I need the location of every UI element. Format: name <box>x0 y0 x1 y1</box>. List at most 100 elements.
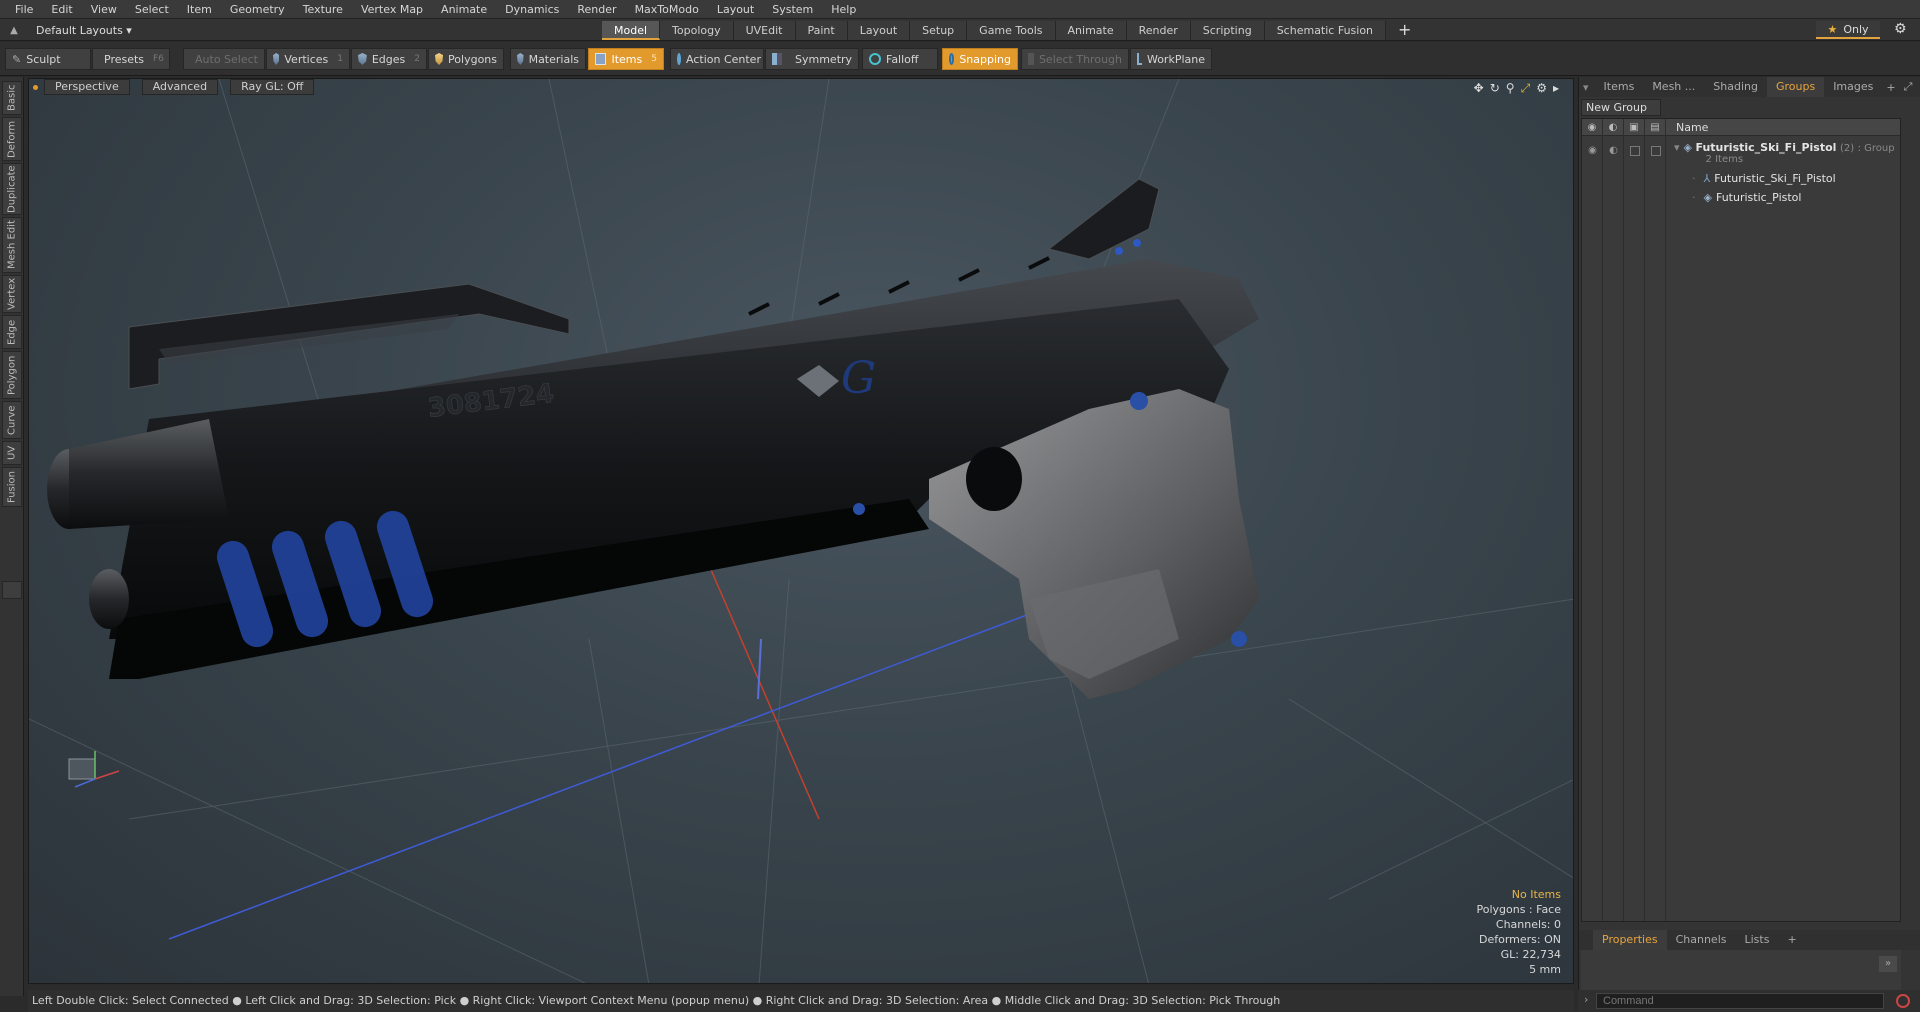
expand-panel-icon[interactable]: ⤢ <box>1904 80 1913 94</box>
new-group-button[interactable]: New Group <box>1581 99 1661 116</box>
materials-button[interactable]: Materials <box>510 48 586 70</box>
vtab-vertex[interactable]: Vertex <box>2 275 22 313</box>
sculpt-button[interactable]: ✎ Sculpt <box>5 48 91 70</box>
menu-maxtomodo[interactable]: MaxToModo <box>626 0 708 19</box>
add-tab-icon[interactable]: + <box>1886 81 1895 94</box>
only-button[interactable]: ★ Only <box>1816 21 1880 39</box>
vtab-duplicate[interactable]: Duplicate <box>2 163 22 215</box>
gear-icon[interactable]: ⚙ <box>1894 21 1907 37</box>
falloff-button[interactable]: Falloff <box>862 48 938 70</box>
presets-button[interactable]: Presets F6 <box>92 48 170 70</box>
expand-arrow-icon[interactable]: ▾ <box>1674 141 1680 154</box>
maximize-view-icon[interactable]: ⤢ <box>1521 81 1531 96</box>
menu-layout[interactable]: Layout <box>708 0 763 19</box>
vtab-polygon[interactable]: Polygon <box>2 351 22 399</box>
menu-view[interactable]: View <box>82 0 126 19</box>
menu-file[interactable]: File <box>6 0 42 19</box>
menu-vertex-map[interactable]: Vertex Map <box>352 0 432 19</box>
workplane-button[interactable]: WorkPlane <box>1130 48 1212 70</box>
tree-row-child-2[interactable]: · ◈ Futuristic_Pistol <box>1582 188 1900 207</box>
select-checkbox[interactable] <box>1645 141 1666 160</box>
raygl-dropdown[interactable]: Ray GL: Off <box>230 79 315 95</box>
vtab-fusion[interactable]: Fusion <box>2 467 22 507</box>
render-toggle-icon[interactable]: ◐ <box>1603 141 1624 160</box>
vtab-edge[interactable]: Edge <box>2 315 22 349</box>
menu-item[interactable]: Item <box>178 0 221 19</box>
tab-properties[interactable]: Properties <box>1593 930 1667 950</box>
tab-schematic-fusion[interactable]: Schematic Fusion <box>1264 21 1387 40</box>
menu-geometry[interactable]: Geometry <box>221 0 294 19</box>
vtab-mesh-edit[interactable]: Mesh Edit <box>2 217 22 273</box>
move-view-icon[interactable]: ✥ <box>1474 81 1484 96</box>
layouts-dropdown[interactable]: Default Layouts ▾ <box>36 24 132 37</box>
items-button[interactable]: Items 5 <box>588 48 664 70</box>
tab-scripting[interactable]: Scripting <box>1190 21 1265 40</box>
menu-edit[interactable]: Edit <box>42 0 81 19</box>
tab-paint[interactable]: Paint <box>795 21 848 40</box>
symmetry-button[interactable]: Symmetry <box>765 48 859 70</box>
3d-viewport[interactable]: Perspective Advanced Ray GL: Off ✥ ↻ ⚲ ⤢… <box>28 78 1574 984</box>
menu-system[interactable]: System <box>763 0 822 19</box>
command-input[interactable] <box>1596 993 1884 1009</box>
menu-help[interactable]: Help <box>822 0 865 19</box>
tab-mesh[interactable]: Mesh ... <box>1643 77 1704 97</box>
rotate-view-icon[interactable]: ↻ <box>1490 81 1500 96</box>
tab-game-tools[interactable]: Game Tools <box>967 21 1056 40</box>
lock-checkbox[interactable] <box>1624 141 1645 160</box>
tab-shading[interactable]: Shading <box>1704 77 1767 97</box>
panel-menu-icon[interactable]: ▾ <box>1583 81 1589 94</box>
tab-topology[interactable]: Topology <box>660 21 734 40</box>
tab-setup[interactable]: Setup <box>910 21 968 40</box>
vtab-curve[interactable]: Curve <box>2 401 22 439</box>
tab-uvedit[interactable]: UVEdit <box>733 21 796 40</box>
tree-row-group[interactable]: ◉ ◐ ▾ ◈ Futuristic_Ski_Fi_Pistol (2) : G… <box>1582 138 1900 168</box>
add-tab-button[interactable]: + <box>1386 21 1423 40</box>
zoom-view-icon[interactable]: ⚲ <box>1506 81 1515 96</box>
action-center-button[interactable]: Action Center <box>670 48 764 70</box>
tab-render[interactable]: Render <box>1126 21 1191 40</box>
auto-select-button[interactable]: Auto Select <box>183 48 265 70</box>
vtab-deform[interactable]: Deform <box>2 117 22 161</box>
visibility-column-icon[interactable]: ◉ <box>1582 118 1603 136</box>
select-column-icon[interactable]: ▤ <box>1645 118 1666 136</box>
menu-texture[interactable]: Texture <box>294 0 352 19</box>
add-properties-tab[interactable]: + <box>1778 930 1805 950</box>
expand-arrow-icon[interactable]: » <box>1879 956 1897 972</box>
tab-items[interactable]: Items <box>1595 77 1644 97</box>
vertices-button[interactable]: Vertices 1 <box>266 48 350 70</box>
lock-column-icon[interactable]: ▣ <box>1624 118 1645 136</box>
menu-select[interactable]: Select <box>126 0 178 19</box>
workplane-icon <box>1137 53 1142 65</box>
symmetry-icon <box>772 53 782 65</box>
polygons-button[interactable]: Polygons <box>428 48 504 70</box>
presets-label: Presets <box>104 52 145 66</box>
viewport-settings-icon[interactable]: ⚙ <box>1536 81 1547 96</box>
tab-layout[interactable]: Layout <box>847 21 911 40</box>
eye-icon[interactable]: ◉ <box>1582 141 1603 160</box>
edges-button[interactable]: Edges 2 <box>351 48 427 70</box>
tab-model[interactable]: Model <box>602 21 661 40</box>
menu-animate[interactable]: Animate <box>432 0 496 19</box>
tab-groups[interactable]: Groups <box>1766 77 1825 97</box>
menu-render[interactable]: Render <box>568 0 625 19</box>
menu-dynamics[interactable]: Dynamics <box>496 0 568 19</box>
viewport-arrow-icon[interactable]: ▸ <box>1553 81 1559 96</box>
record-icon[interactable] <box>1896 994 1910 1008</box>
tab-channels[interactable]: Channels <box>1667 930 1736 950</box>
snapping-button[interactable]: Snapping <box>942 48 1018 70</box>
collapse-icon[interactable]: ▲ <box>6 25 22 36</box>
tab-animate[interactable]: Animate <box>1055 21 1127 40</box>
advanced-dropdown[interactable]: Advanced <box>141 79 219 95</box>
name-column-header[interactable]: Name <box>1666 121 1708 134</box>
action-center-icon <box>677 53 681 65</box>
perspective-dropdown[interactable]: Perspective <box>44 79 130 95</box>
tab-images[interactable]: Images <box>1824 77 1882 97</box>
select-through-button[interactable]: Select Through <box>1021 48 1129 70</box>
tab-lists[interactable]: Lists <box>1736 930 1779 950</box>
vtab-basic[interactable]: Basic <box>2 81 22 115</box>
tree-row-child-1[interactable]: · ⅄ Futuristic_Ski_Fi_Pistol <box>1582 169 1900 188</box>
render-column-icon[interactable]: ◐ <box>1603 118 1624 136</box>
panel-toggle-button[interactable] <box>2 581 22 599</box>
layout-picker[interactable]: ▲ Default Layouts ▾ <box>6 21 132 39</box>
vtab-uv[interactable]: UV <box>2 441 22 465</box>
